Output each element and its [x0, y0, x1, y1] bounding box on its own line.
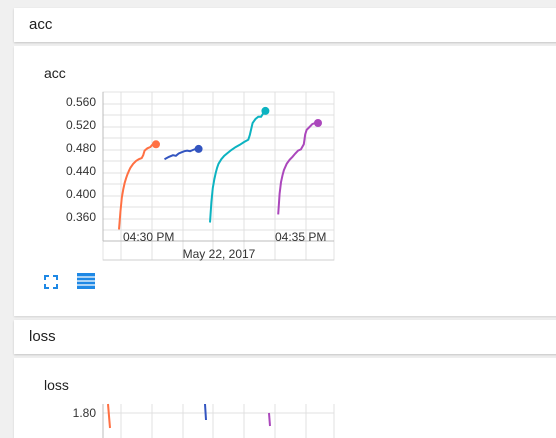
y-tick-label: 0.560 — [66, 95, 96, 109]
y-tick-label: 0.400 — [66, 187, 96, 201]
loss-series-line — [268, 412, 271, 427]
loss-grid — [102, 404, 335, 438]
acc-series-line-3 — [209, 110, 267, 223]
loss-series-group — [107, 403, 271, 429]
acc-series-endpoint-2[interactable] — [194, 144, 203, 153]
section-title-loss: loss — [29, 328, 56, 345]
expand-icon[interactable] — [44, 275, 58, 289]
section-header-acc[interactable]: acc — [14, 8, 556, 42]
loss-series-line — [107, 403, 111, 429]
acc-chart: 0.560 0.520 0.480 0.440 0.400 0.360 04:3… — [66, 91, 335, 261]
x-tick-label: 04:35 PM — [275, 230, 326, 244]
y-tick-label: 0.360 — [66, 210, 96, 224]
section-title-acc: acc — [29, 16, 53, 33]
y-tick-label: 1.80 — [73, 406, 97, 420]
x-date-label: May 22, 2017 — [183, 247, 256, 261]
y-tick-label: 0.440 — [66, 164, 96, 178]
y-tick-label: 0.480 — [66, 141, 96, 155]
acc-series-group — [118, 106, 322, 230]
acc-series-endpoint-1[interactable] — [152, 140, 160, 149]
acc-series-line-4 — [277, 122, 318, 215]
loss-series-line — [204, 403, 207, 421]
section-header-loss[interactable]: loss — [14, 320, 556, 354]
y-tick-label: 0.520 — [66, 118, 96, 132]
acc-series-line-1 — [118, 143, 156, 230]
data-table-icon[interactable] — [77, 273, 95, 289]
loss-chart: 1.80 — [73, 403, 335, 438]
chart-card-loss: loss 1.80 — [14, 358, 556, 438]
acc-series-endpoint-3[interactable] — [261, 106, 270, 115]
chart-card-acc: acc 0.560 0.520 0.480 0.440 0.400 0.360 … — [14, 46, 556, 316]
acc-series-endpoint-4[interactable] — [314, 119, 322, 127]
x-tick-label: 04:30 PM — [123, 230, 174, 244]
